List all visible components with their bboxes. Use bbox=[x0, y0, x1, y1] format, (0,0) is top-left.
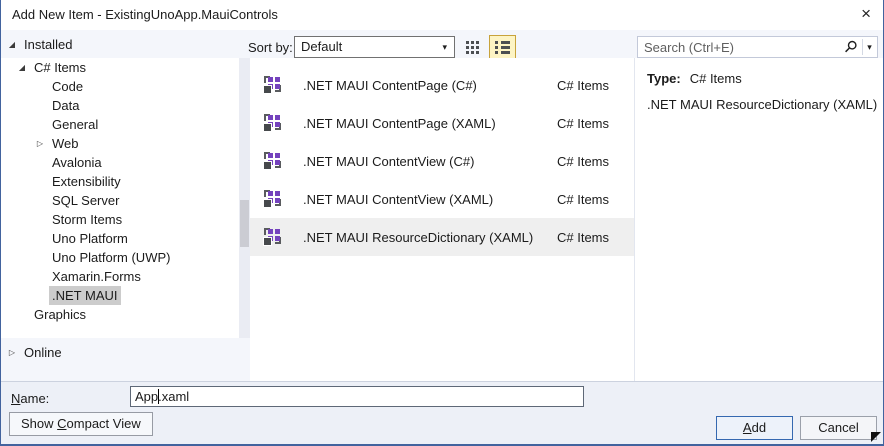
tree-group-online[interactable]: ▷ Online bbox=[7, 345, 62, 360]
tree-item-label: Uno Platform bbox=[52, 231, 128, 246]
details-panel: Type: C# Items .NET MAUI ResourceDictiona… bbox=[634, 58, 883, 381]
tree-item-label: Uno Platform (UWP) bbox=[52, 250, 171, 265]
template-category: C# Items bbox=[556, 115, 609, 131]
tree-item-label: Xamarin.Forms bbox=[52, 269, 141, 284]
name-input[interactable] bbox=[130, 386, 584, 407]
sort-by-value: Default bbox=[301, 39, 343, 54]
tree-item-web[interactable]: ▷ Web bbox=[1, 134, 239, 153]
tree-item-uno-platform[interactable]: Uno Platform bbox=[1, 229, 239, 248]
expander-icon[interactable]: ▷ bbox=[35, 134, 45, 153]
tree-item-uno-platform-uwp[interactable]: Uno Platform (UWP) bbox=[1, 248, 239, 267]
grid-view-icon bbox=[466, 41, 479, 54]
tree-scrollbar-thumb[interactable] bbox=[240, 200, 249, 247]
maui-csharp-icon bbox=[263, 152, 281, 170]
installed-label: Installed bbox=[24, 37, 73, 52]
tree-item-label: Code bbox=[52, 79, 84, 94]
expander-icon[interactable]: ◢ bbox=[17, 58, 27, 77]
tree-group-installed[interactable]: ◢ Installed bbox=[7, 37, 73, 52]
expander-icon[interactable]: ◢ bbox=[7, 40, 17, 49]
tree-item-label: Data bbox=[52, 98, 80, 113]
template-description: .NET MAUI ResourceDictionary (XAML) bbox=[647, 97, 878, 112]
tree-item-data[interactable]: Data bbox=[1, 96, 239, 115]
list-item-net-maui-contentpage-xaml[interactable]: .NET MAUI ContentPage (XAML) C# Items bbox=[250, 104, 634, 142]
sort-by-dropdown[interactable]: Default ▾ bbox=[294, 36, 455, 58]
template-name: .NET MAUI ResourceDictionary (XAML) bbox=[303, 229, 534, 245]
tree-item-code[interactable]: Code bbox=[1, 77, 239, 96]
tree-item-net-maui[interactable]: .NET MAUI bbox=[1, 286, 239, 305]
list-view-icon bbox=[495, 40, 510, 54]
tree-item-label: Graphics bbox=[34, 307, 87, 322]
search-input[interactable] bbox=[638, 37, 849, 57]
text-caret bbox=[158, 389, 159, 404]
title-bar: Add New Item - ExistingUnoApp.MauiContro… bbox=[1, 0, 883, 30]
show-compact-view-button[interactable]: Show Compact View bbox=[9, 412, 153, 436]
template-category: C# Items bbox=[556, 153, 609, 169]
tree-item-avalonia[interactable]: Avalonia bbox=[1, 153, 239, 172]
dialog-title: Add New Item - ExistingUnoApp.MauiContro… bbox=[12, 7, 278, 22]
sort-by-label: Sort by: bbox=[248, 40, 293, 55]
tree-item-label: Storm Items bbox=[52, 212, 123, 227]
template-name: .NET MAUI ContentPage (XAML) bbox=[303, 115, 496, 131]
tree-item-label: .NET MAUI bbox=[49, 286, 121, 305]
type-row: Type: C# Items bbox=[647, 71, 873, 86]
tree-item-label: Web bbox=[52, 136, 79, 151]
type-value: C# Items bbox=[689, 71, 742, 86]
search-icon[interactable] bbox=[844, 40, 858, 54]
maui-xaml-icon bbox=[263, 228, 281, 246]
template-category-tree: ◢ C# Items Code Data General ▷ Web Avalonia Exte… bbox=[1, 58, 239, 338]
add-new-item-dialog: Add New Item - ExistingUnoApp.MauiContro… bbox=[0, 0, 884, 446]
search-dropdown-icon[interactable]: ▾ bbox=[862, 39, 876, 55]
tree-item-extensibility[interactable]: Extensibility bbox=[1, 172, 239, 191]
chevron-down-icon: ▾ bbox=[442, 42, 447, 52]
template-name: .NET MAUI ContentView (C#) bbox=[303, 153, 475, 169]
list-item-net-maui-resourcedictionary-xaml[interactable]: .NET MAUI ResourceDictionary (XAML) C# It… bbox=[250, 218, 634, 256]
template-name: .NET MAUI ContentPage (C#) bbox=[303, 77, 477, 93]
template-category: C# Items bbox=[556, 191, 609, 207]
tree-item-c-items[interactable]: ◢ C# Items bbox=[1, 58, 239, 77]
list-item-net-maui-contentview-xaml[interactable]: .NET MAUI ContentView (XAML) C# Items bbox=[250, 180, 634, 218]
name-label: Name: bbox=[11, 391, 50, 406]
online-label: Online bbox=[24, 345, 62, 360]
tree-item-graphics[interactable]: Graphics bbox=[1, 305, 239, 324]
tree-item-label: Extensibility bbox=[52, 174, 121, 189]
tree-item-sql-server[interactable]: SQL Server bbox=[1, 191, 239, 210]
search-box: ▾ bbox=[637, 36, 878, 58]
list-view-button[interactable] bbox=[489, 35, 516, 59]
expander-icon[interactable]: ▷ bbox=[7, 348, 17, 357]
cancel-button[interactable]: Cancel bbox=[800, 416, 877, 440]
mouse-cursor-arrow bbox=[871, 432, 881, 442]
tree-item-label: General bbox=[52, 117, 99, 132]
tree-item-label: C# Items bbox=[34, 60, 87, 75]
tree-scrollbar[interactable] bbox=[239, 58, 250, 338]
template-category: C# Items bbox=[556, 229, 609, 245]
template-category: C# Items bbox=[556, 77, 609, 93]
template-list: .NET MAUI ContentPage (C#) C# Items .NET M… bbox=[250, 58, 634, 381]
close-icon[interactable]: × bbox=[861, 3, 871, 25]
template-name: .NET MAUI ContentView (XAML) bbox=[303, 191, 494, 207]
tree-item-xamarin-forms[interactable]: Xamarin.Forms bbox=[1, 267, 239, 286]
maui-xaml-icon bbox=[263, 190, 281, 208]
type-label: Type: bbox=[647, 71, 681, 86]
list-item-net-maui-contentpage-c[interactable]: .NET MAUI ContentPage (C#) C# Items bbox=[250, 66, 634, 104]
list-item-net-maui-contentview-c[interactable]: .NET MAUI ContentView (C#) C# Items bbox=[250, 142, 634, 180]
medium-icons-view-button[interactable] bbox=[460, 36, 485, 59]
tree-item-general[interactable]: General bbox=[1, 115, 239, 134]
tree-item-label: SQL Server bbox=[52, 193, 120, 208]
footer-bar: Name: Show Compact View Add Cancel bbox=[1, 381, 883, 444]
tree-item-storm-items[interactable]: Storm Items bbox=[1, 210, 239, 229]
add-button[interactable]: Add bbox=[716, 416, 793, 440]
maui-csharp-icon bbox=[263, 76, 281, 94]
maui-xaml-icon bbox=[263, 114, 281, 132]
tree-item-label: Avalonia bbox=[52, 155, 102, 170]
